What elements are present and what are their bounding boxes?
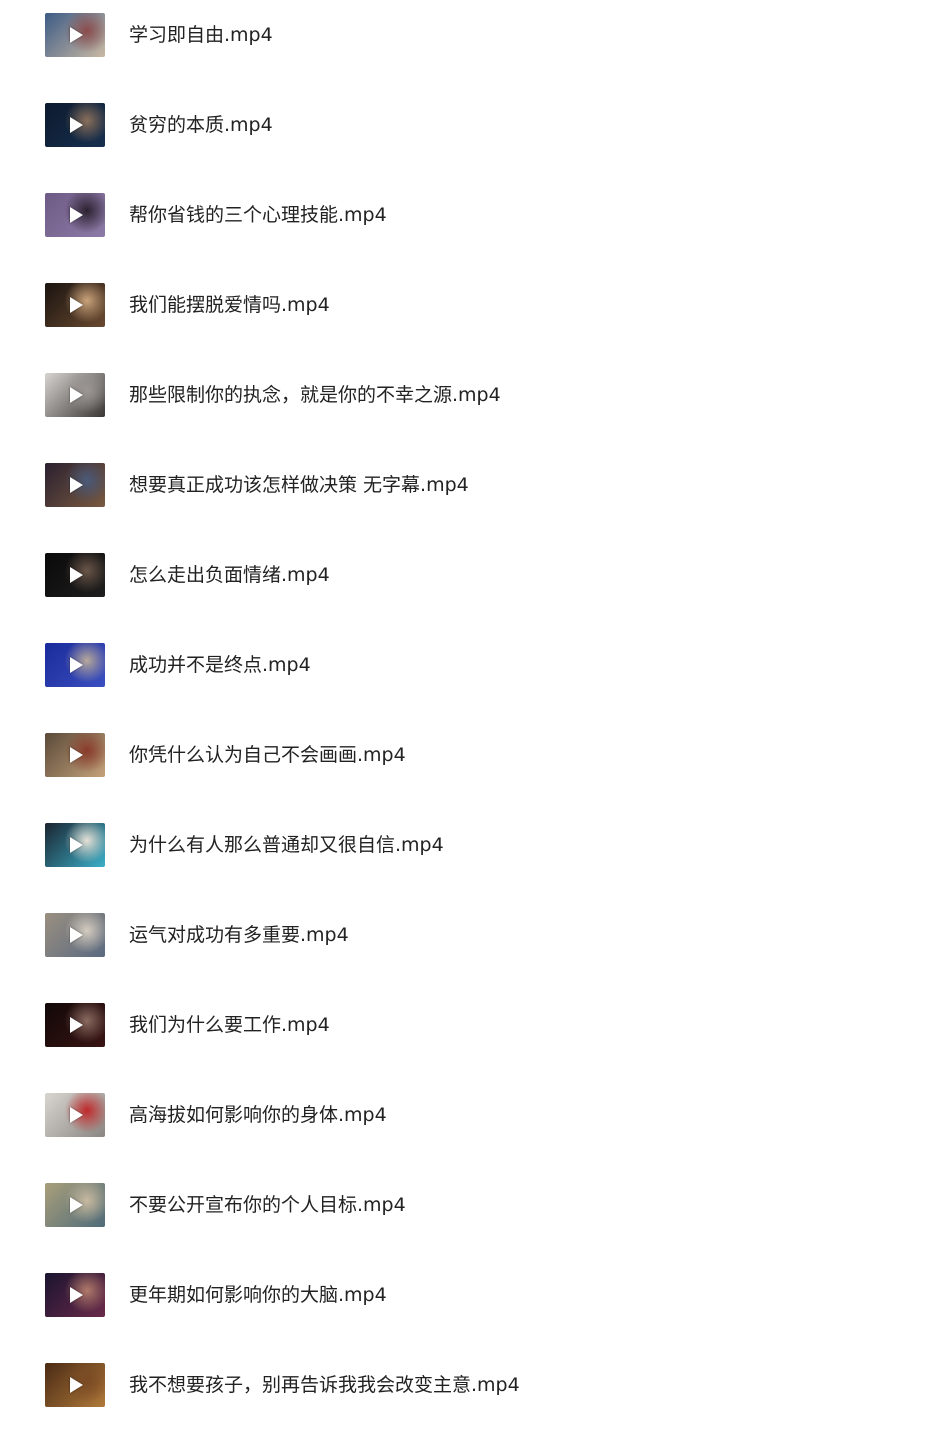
play-icon bbox=[70, 1197, 83, 1213]
file-row[interactable]: 那些限制你的执念，就是你的不幸之源.mp4 bbox=[0, 360, 927, 450]
file-name[interactable]: 成功并不是终点.mp4 bbox=[129, 652, 311, 678]
file-row[interactable]: 想要真正成功该怎样做决策 无字幕.mp4 bbox=[0, 450, 927, 540]
file-row[interactable]: 不要公开宣布你的个人目标.mp4 bbox=[0, 1170, 927, 1260]
play-icon bbox=[70, 117, 83, 133]
file-row[interactable]: 我们能摆脱爱情吗.mp4 bbox=[0, 270, 927, 360]
file-row[interactable]: 我们为什么要工作.mp4 bbox=[0, 990, 927, 1080]
video-thumbnail[interactable] bbox=[45, 463, 105, 507]
file-row[interactable]: 高海拔如何影响你的身体.mp4 bbox=[0, 1080, 927, 1170]
play-icon bbox=[70, 927, 83, 943]
play-icon bbox=[70, 1287, 83, 1303]
file-row[interactable]: 怎么走出负面情绪.mp4 bbox=[0, 540, 927, 630]
video-thumbnail[interactable] bbox=[45, 913, 105, 957]
file-name[interactable]: 贫穷的本质.mp4 bbox=[129, 112, 273, 138]
video-thumbnail[interactable] bbox=[45, 1183, 105, 1227]
file-name[interactable]: 高海拔如何影响你的身体.mp4 bbox=[129, 1102, 387, 1128]
file-row[interactable]: 更年期如何影响你的大脑.mp4 bbox=[0, 1260, 927, 1350]
play-icon bbox=[70, 747, 83, 763]
video-thumbnail[interactable] bbox=[45, 283, 105, 327]
play-icon bbox=[70, 207, 83, 223]
play-icon bbox=[70, 837, 83, 853]
play-icon bbox=[70, 387, 83, 403]
play-icon bbox=[70, 477, 83, 493]
video-thumbnail[interactable] bbox=[45, 1363, 105, 1407]
file-name[interactable]: 更年期如何影响你的大脑.mp4 bbox=[129, 1282, 387, 1308]
video-thumbnail[interactable] bbox=[45, 373, 105, 417]
file-name[interactable]: 那些限制你的执念，就是你的不幸之源.mp4 bbox=[129, 382, 501, 408]
play-icon bbox=[70, 657, 83, 673]
video-thumbnail[interactable] bbox=[45, 13, 105, 57]
file-name[interactable]: 我们为什么要工作.mp4 bbox=[129, 1012, 330, 1038]
video-thumbnail[interactable] bbox=[45, 1003, 105, 1047]
file-name[interactable]: 你凭什么认为自己不会画画.mp4 bbox=[129, 742, 406, 768]
video-thumbnail[interactable] bbox=[45, 643, 105, 687]
video-thumbnail[interactable] bbox=[45, 193, 105, 237]
file-name[interactable]: 我不想要孩子，别再告诉我我会改变主意.mp4 bbox=[129, 1372, 520, 1398]
video-thumbnail[interactable] bbox=[45, 1093, 105, 1137]
file-row[interactable]: 为什么有人那么普通却又很自信.mp4 bbox=[0, 810, 927, 900]
video-thumbnail[interactable] bbox=[45, 553, 105, 597]
play-icon bbox=[70, 297, 83, 313]
file-name[interactable]: 怎么走出负面情绪.mp4 bbox=[129, 562, 330, 588]
file-name[interactable]: 想要真正成功该怎样做决策 无字幕.mp4 bbox=[129, 472, 469, 498]
play-icon bbox=[70, 1107, 83, 1123]
file-row[interactable]: 贫穷的本质.mp4 bbox=[0, 90, 927, 180]
play-icon bbox=[70, 567, 83, 583]
file-row[interactable]: 成功并不是终点.mp4 bbox=[0, 630, 927, 720]
file-row[interactable]: 运气对成功有多重要.mp4 bbox=[0, 900, 927, 990]
file-name[interactable]: 为什么有人那么普通却又很自信.mp4 bbox=[129, 832, 444, 858]
file-row[interactable]: 学习即自由.mp4 bbox=[0, 0, 927, 90]
file-name[interactable]: 帮你省钱的三个心理技能.mp4 bbox=[129, 202, 387, 228]
play-icon bbox=[70, 1017, 83, 1033]
video-thumbnail[interactable] bbox=[45, 823, 105, 867]
video-thumbnail[interactable] bbox=[45, 1273, 105, 1317]
file-row[interactable]: 帮你省钱的三个心理技能.mp4 bbox=[0, 180, 927, 270]
file-name[interactable]: 运气对成功有多重要.mp4 bbox=[129, 922, 349, 948]
play-icon bbox=[70, 1377, 83, 1393]
file-row[interactable]: 你凭什么认为自己不会画画.mp4 bbox=[0, 720, 927, 810]
file-name[interactable]: 不要公开宣布你的个人目标.mp4 bbox=[129, 1192, 406, 1218]
video-thumbnail[interactable] bbox=[45, 733, 105, 777]
file-name[interactable]: 学习即自由.mp4 bbox=[129, 22, 273, 48]
file-name[interactable]: 我们能摆脱爱情吗.mp4 bbox=[129, 292, 330, 318]
play-icon bbox=[70, 27, 83, 43]
video-thumbnail[interactable] bbox=[45, 103, 105, 147]
